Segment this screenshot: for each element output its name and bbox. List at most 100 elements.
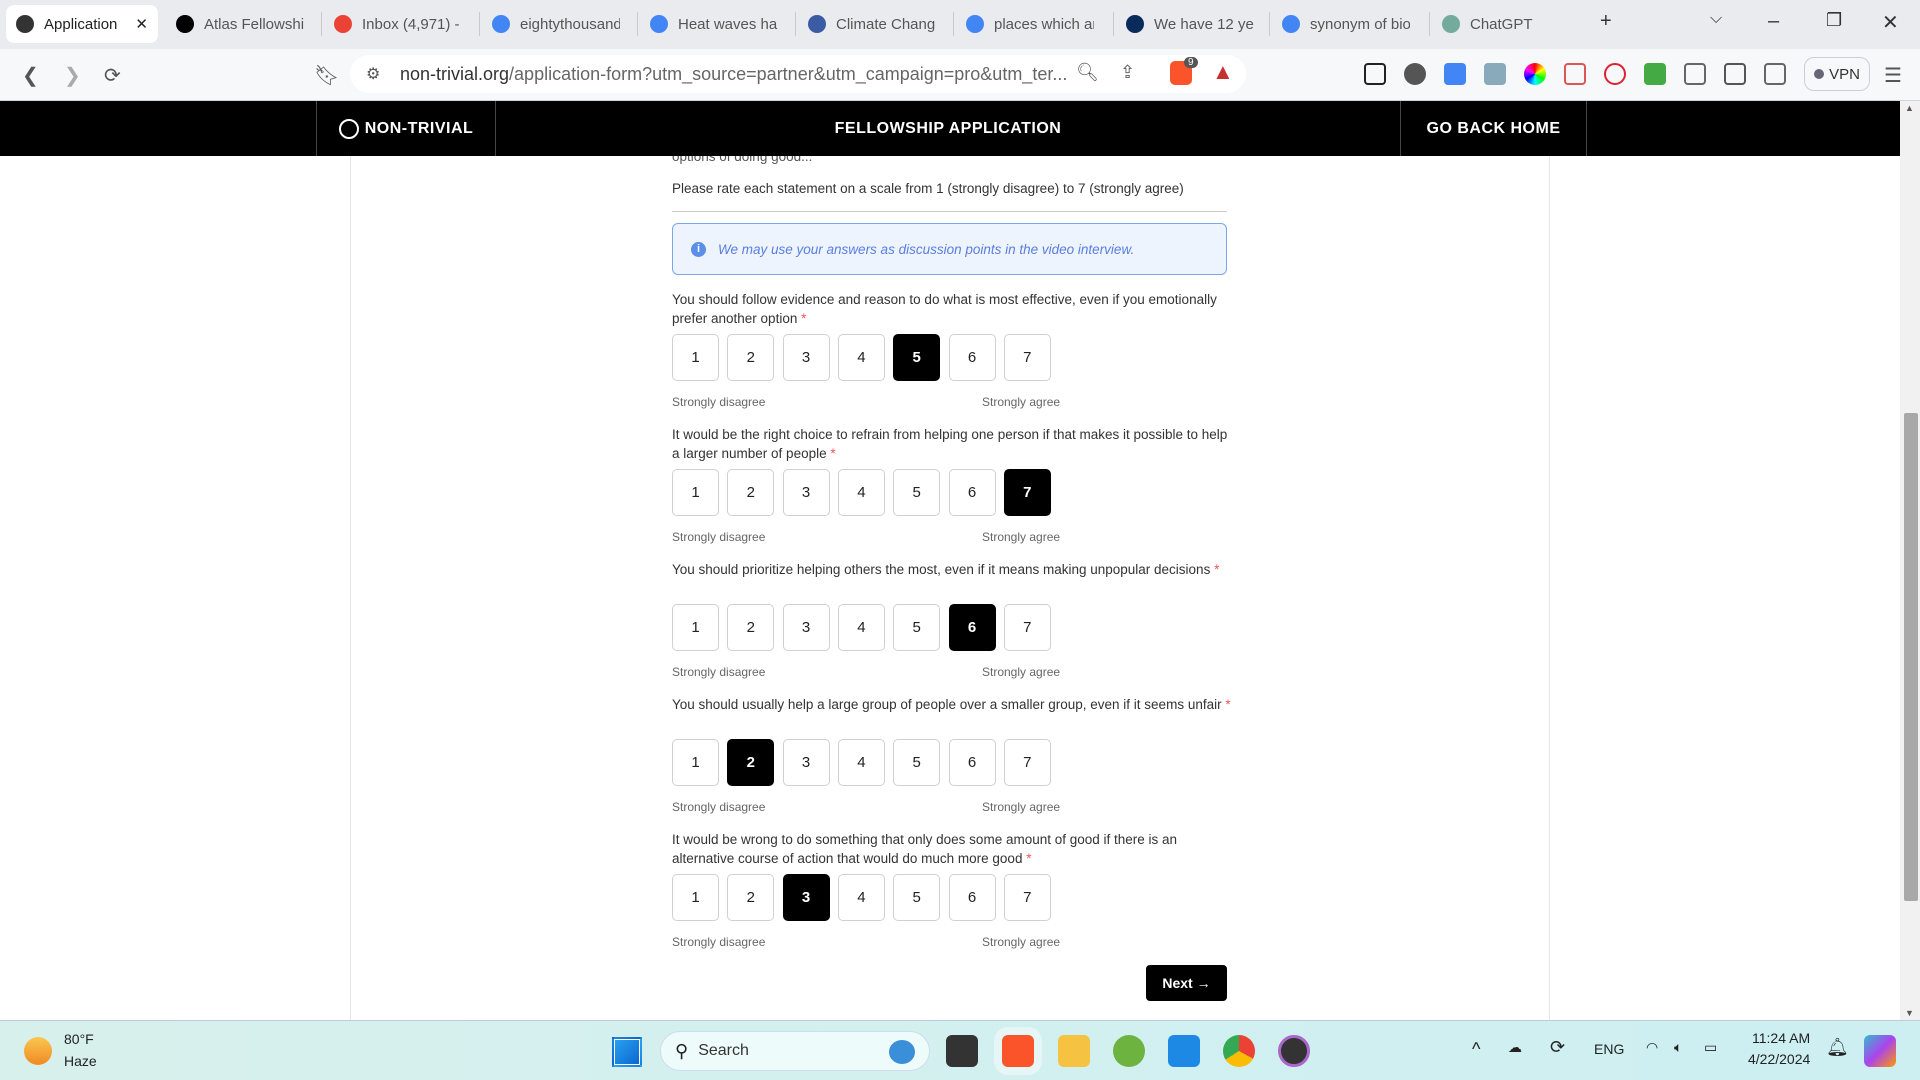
rating-option-6[interactable]: 6 xyxy=(948,469,996,516)
menu-icon[interactable]: ☰ xyxy=(1884,63,1902,88)
rating-option-2[interactable]: 2 xyxy=(727,874,775,921)
onedrive-error-icon[interactable]: ☁ xyxy=(1508,1039,1522,1056)
utorrent-icon[interactable] xyxy=(1113,1035,1145,1067)
google-translate-icon[interactable] xyxy=(1444,63,1466,85)
rating-option-2[interactable]: 2 xyxy=(727,604,775,651)
tab[interactable]: ChatGPT xyxy=(1432,5,1582,43)
forward-icon[interactable]: ❯ xyxy=(64,63,81,88)
vpn-button[interactable]: VPN xyxy=(1804,57,1870,91)
color-picker-icon[interactable] xyxy=(1524,63,1546,85)
scrollbar-thumb[interactable] xyxy=(1904,413,1918,901)
file-explorer-icon[interactable] xyxy=(1058,1035,1090,1067)
language-indicator[interactable]: ENG xyxy=(1594,1041,1624,1057)
pdf-extension-icon[interactable] xyxy=(1564,63,1586,85)
extension-search-icon[interactable] xyxy=(1484,63,1506,85)
rating-option-2[interactable]: 2 xyxy=(727,739,775,786)
wallet-icon[interactable] xyxy=(1764,63,1786,85)
weather-temp[interactable]: 80°F xyxy=(64,1031,94,1047)
rating-option-1[interactable]: 1 xyxy=(672,469,719,516)
logo-link[interactable]: NON-TRIVIAL xyxy=(316,101,496,156)
next-button[interactable]: Next → xyxy=(1146,965,1227,1001)
rating-option-1[interactable]: 1 xyxy=(672,334,719,381)
zoom-icon[interactable]: 🔍︎ xyxy=(1076,62,1099,83)
sidebar-icon[interactable] xyxy=(1724,63,1746,85)
weather-condition[interactable]: Haze xyxy=(64,1053,97,1069)
rating-option-2[interactable]: 2 xyxy=(727,334,775,381)
tab[interactable]: Heat waves har xyxy=(640,5,790,43)
rating-option-7[interactable]: 7 xyxy=(1003,874,1051,921)
battery-icon[interactable]: ▭ xyxy=(1704,1039,1717,1056)
rating-option-3[interactable]: 3 xyxy=(782,334,830,381)
scrollbar[interactable]: ▲ ▼ xyxy=(1900,101,1920,1020)
tab[interactable]: synonym of bio xyxy=(1272,5,1422,43)
chrome-icon[interactable] xyxy=(1223,1035,1255,1067)
rating-option-3[interactable]: 3 xyxy=(782,469,830,516)
tab[interactable]: Application ✕ xyxy=(6,5,158,43)
clock-time[interactable]: 11:24 AM xyxy=(1752,1030,1810,1046)
bookmark-icon[interactable]: 🔖︎ xyxy=(314,63,339,88)
rating-option-3[interactable]: 3 xyxy=(782,874,830,921)
tab[interactable]: eightythousand xyxy=(482,5,632,43)
rating-option-6[interactable]: 6 xyxy=(948,334,996,381)
html-extension-icon[interactable] xyxy=(1644,63,1666,85)
reload-icon[interactable]: ⟳ xyxy=(104,63,121,88)
rating-option-1[interactable]: 1 xyxy=(672,604,719,651)
tab[interactable]: places which ar xyxy=(956,5,1106,43)
go-back-home-link[interactable]: GO BACK HOME xyxy=(1400,101,1587,156)
clock-date[interactable]: 4/22/2024 xyxy=(1748,1051,1810,1067)
rating-option-4[interactable]: 4 xyxy=(837,874,885,921)
rating-option-7[interactable]: 7 xyxy=(1003,334,1051,381)
scroll-up-icon[interactable]: ▲ xyxy=(1905,103,1914,113)
rating-option-5[interactable]: 5 xyxy=(893,469,941,516)
rating-option-5[interactable]: 5 xyxy=(893,604,941,651)
new-tab-button[interactable]: + xyxy=(1600,10,1612,33)
show-hidden-icons[interactable]: ^ xyxy=(1472,1039,1480,1060)
tab[interactable]: Inbox (4,971) - xyxy=(324,5,474,43)
extension-l-icon[interactable] xyxy=(1404,63,1426,85)
restore-button[interactable]: ❐ xyxy=(1826,10,1842,31)
notification-bell-icon[interactable]: 🔔︎ xyxy=(1826,1037,1849,1058)
rating-option-4[interactable]: 4 xyxy=(837,334,885,381)
start-icon[interactable] xyxy=(612,1037,642,1067)
close-tab-icon[interactable]: ✕ xyxy=(135,15,148,33)
rating-option-6[interactable]: 6 xyxy=(948,739,996,786)
tab-search-chevron-icon[interactable]: ⌵ xyxy=(1710,10,1722,28)
video-extension-icon[interactable] xyxy=(1604,63,1626,85)
rating-option-1[interactable]: 1 xyxy=(672,874,719,921)
rating-option-7[interactable]: 7 xyxy=(1003,739,1051,786)
tab[interactable]: Climate Change xyxy=(798,5,948,43)
volume-icon[interactable]: 🔈︎ xyxy=(1674,1039,1682,1056)
extensions-puzzle-icon[interactable] xyxy=(1684,63,1706,85)
rating-option-5[interactable]: 5 xyxy=(893,739,941,786)
rating-option-4[interactable]: 4 xyxy=(837,604,885,651)
rating-option-5[interactable]: 5 xyxy=(893,874,941,921)
share-icon[interactable]: ⇪ xyxy=(1120,62,1135,83)
tab[interactable]: We have 12 yea xyxy=(1116,5,1266,43)
rating-option-7[interactable]: 7 xyxy=(1003,604,1051,651)
tab[interactable]: Atlas Fellowship xyxy=(166,5,316,43)
rating-option-6[interactable]: 6 xyxy=(948,874,996,921)
back-icon[interactable]: ❮ xyxy=(22,63,39,88)
media-player-icon[interactable] xyxy=(1278,1035,1310,1067)
rating-option-1[interactable]: 1 xyxy=(672,739,719,786)
rating-option-2[interactable]: 2 xyxy=(727,469,775,516)
sync-icon[interactable]: ⟳ xyxy=(1550,1037,1565,1058)
rating-option-3[interactable]: 3 xyxy=(782,739,830,786)
rating-option-6[interactable]: 6 xyxy=(948,604,996,651)
address-bar[interactable]: ⚙︎ non-trivial.org/application-form?utm_… xyxy=(350,55,1246,93)
brave-taskbar-icon[interactable] xyxy=(1002,1035,1034,1067)
rating-option-4[interactable]: 4 xyxy=(837,469,885,516)
brave-rewards-icon[interactable]: ▲ xyxy=(1212,59,1234,85)
copilot-icon[interactable] xyxy=(1864,1035,1896,1067)
scroll-down-icon[interactable]: ▼ xyxy=(1905,1008,1914,1018)
weather-icon[interactable] xyxy=(24,1037,52,1065)
rating-option-7[interactable]: 7 xyxy=(1003,469,1051,516)
task-view-icon[interactable] xyxy=(946,1035,978,1067)
minimize-button[interactable]: – xyxy=(1768,10,1779,33)
close-window-button[interactable]: ✕ xyxy=(1882,10,1899,35)
wifi-icon[interactable]: ◠ xyxy=(1646,1039,1658,1056)
picture-in-picture-icon[interactable] xyxy=(1364,63,1386,85)
vscode-icon[interactable] xyxy=(1168,1035,1200,1067)
rating-option-4[interactable]: 4 xyxy=(837,739,885,786)
taskbar-search[interactable]: ⚲ Search xyxy=(660,1031,930,1071)
